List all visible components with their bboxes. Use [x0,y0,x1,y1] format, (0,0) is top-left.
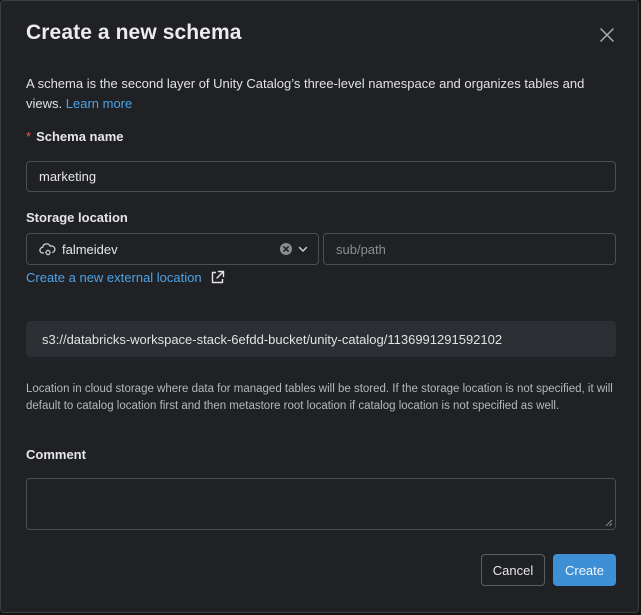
chevron-down-icon[interactable] [298,244,308,254]
external-link-icon [211,270,224,284]
dialog-description: A schema is the second layer of Unity Ca… [26,74,606,114]
schema-name-input[interactable]: marketing [26,161,616,192]
resolved-storage-path: s3://databricks-workspace-stack-6efdd-bu… [26,321,616,357]
resolved-storage-path-text: s3://databricks-workspace-stack-6efdd-bu… [42,331,503,347]
learn-more-link[interactable]: Learn more [66,96,132,111]
cloud-storage-icon [39,243,56,256]
storage-location-label: Storage location [26,210,128,225]
create-schema-dialog: Create a new schema A schema is the seco… [0,0,639,613]
create-external-location-text: Create a new external location [26,270,202,285]
subpath-placeholder: sub/path [336,241,386,257]
schema-name-label: * Schema name [26,129,124,144]
required-marker: * [26,129,32,144]
schema-name-label-text: Schema name [36,129,124,144]
storage-location-value: falmeidev [62,241,118,257]
cancel-button[interactable]: Cancel [481,554,545,586]
schema-name-value: marketing [39,169,97,184]
resize-handle-icon[interactable] [605,519,613,527]
close-icon [600,28,614,42]
comment-label: Comment [26,447,86,462]
create-button[interactable]: Create [553,554,616,586]
subpath-input[interactable]: sub/path [323,233,616,265]
clear-circle-icon[interactable] [280,243,292,255]
storage-location-select[interactable]: falmeidev [26,233,319,265]
dialog-title: Create a new schema [26,21,242,44]
create-external-location-link[interactable]: Create a new external location [26,270,225,285]
close-button[interactable] [595,23,619,47]
storage-help-text: Location in cloud storage where data for… [26,383,613,412]
comment-textarea[interactable] [26,478,616,530]
